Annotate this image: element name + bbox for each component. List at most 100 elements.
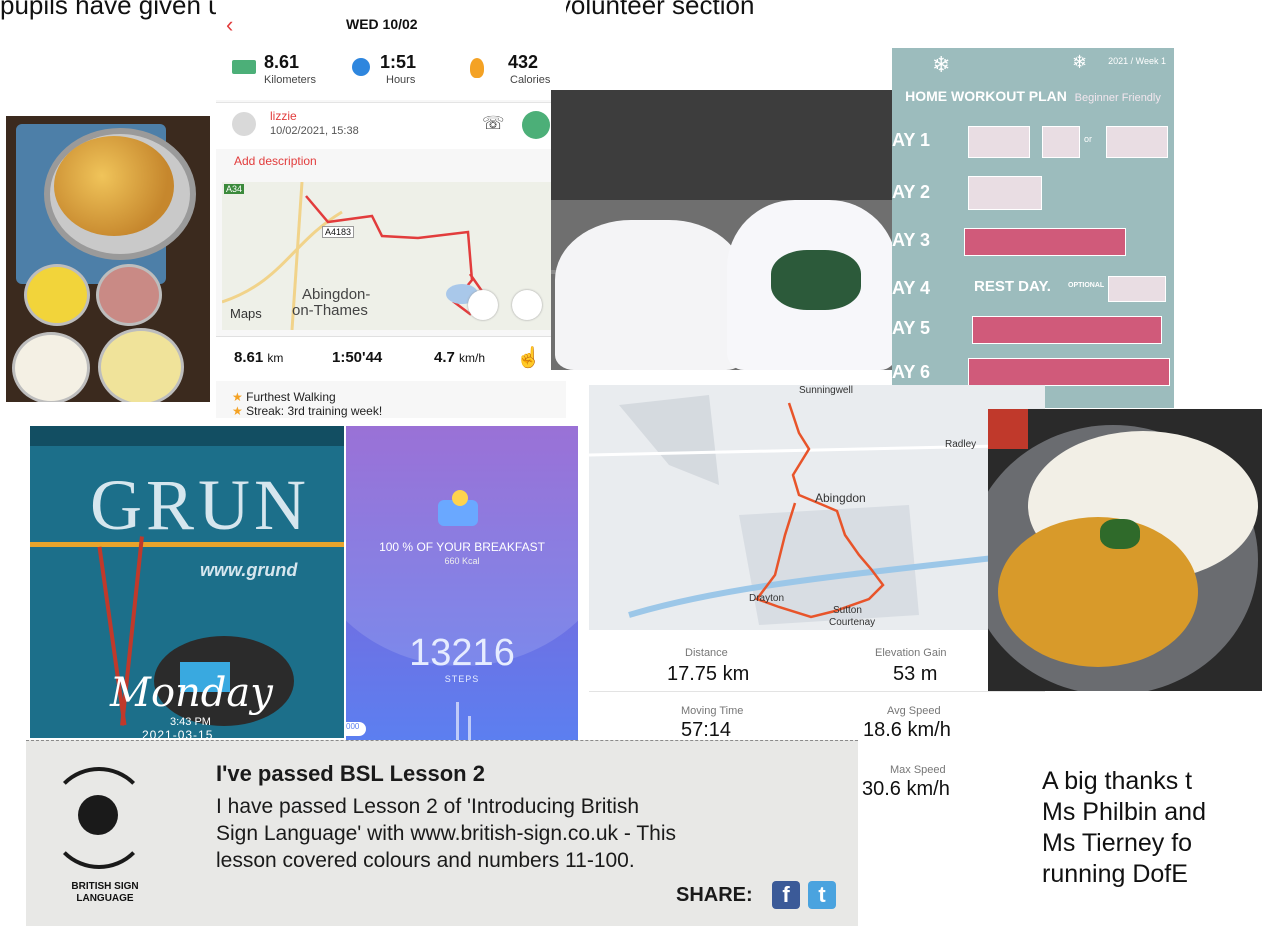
pasta-food (54, 136, 174, 236)
metric-distance-label: Kilometers (264, 74, 316, 86)
day-row-2: AY 2 (892, 176, 1174, 216)
cycle-route-svg (589, 395, 1045, 625)
stat-avg-speed-label: Avg Speed (887, 705, 941, 717)
place-radley: Radley (945, 439, 977, 450)
cheese-bowl (12, 332, 90, 402)
day-label: AY 5 (892, 318, 931, 338)
rubbish-bags-photo (551, 90, 901, 370)
thanks-text: A big thanks t Ms Philbin and Ms Tierney… (1042, 767, 1206, 888)
cycle-route-map[interactable]: Sunningwell Radley Abingdon Drayton Sutt… (589, 385, 1045, 630)
coriander (1100, 519, 1140, 549)
snowflake-icon: ❄ (932, 52, 951, 77)
facebook-icon[interactable]: f (772, 881, 800, 909)
town-label-line1: Abingdon- (302, 286, 371, 303)
user-name[interactable]: lizzie (270, 109, 297, 123)
white-bag-left (555, 220, 745, 370)
stat-elevation-label: Elevation Gain (875, 647, 947, 659)
logo-text-line2: LANGUAGE (76, 893, 134, 904)
logo-text-line1: BRITISH SIGN (71, 881, 139, 892)
workout-thumb (1108, 276, 1166, 302)
stat-distance-label: Distance (685, 647, 728, 659)
header-caption: pupils have given up their time to compl… (0, 0, 755, 20)
steps-label: STEPS (444, 674, 480, 684)
bin-stripe (30, 542, 344, 547)
grated-cheese-bowl (98, 328, 184, 402)
achievement-2: ★ Streak: 3rd training week! (232, 404, 383, 418)
chevron-left-icon[interactable]: ‹ (226, 12, 233, 38)
place-sunningwell: Sunningwell (799, 385, 853, 396)
chart-bar (468, 716, 471, 740)
workout-thumb-strip (972, 316, 1162, 344)
day-row-5: AY 5 (892, 312, 1174, 352)
metric-time-label: Hours (386, 74, 416, 86)
bin-lid (30, 426, 344, 446)
day-label: AY 3 (892, 230, 931, 250)
snowflake-icon-2: ❄ (1072, 52, 1088, 72)
user-row: lizzie 10/02/2021, 15:38 ☏ (216, 102, 566, 149)
breakfast-progress: 100 % OF YOUR BREAKFAST (379, 540, 545, 554)
camera-icon[interactable] (468, 290, 498, 320)
stat-max-speed-label: Max Speed (890, 764, 946, 776)
certificate-title: I've passed BSL Lesson 2 (216, 761, 485, 786)
cycle-route-screenshot: Sunningwell Radley Abingdon Drayton Sutt… (589, 385, 1045, 745)
shoe-icon[interactable] (522, 111, 550, 139)
steps-tracker-screenshot: 100 % OF YOUR BREAKFAST 660 Kcal 13216 S… (346, 426, 578, 740)
walk-summary-row: 8.61 km 1:50'44 4.7 km/h ☝ (216, 336, 566, 381)
divider (589, 691, 1045, 692)
share-icon[interactable] (512, 290, 542, 320)
chair-shadow (551, 90, 901, 200)
thumbs-up-icon[interactable]: ☝ (516, 345, 541, 370)
skip-bin-photo: GRUN www.grund Monday 3:43 PM 2021-03-15 (30, 426, 344, 738)
stat-max-speed-value: 30.6 km/h (862, 778, 950, 800)
green-litter (771, 250, 861, 310)
metric-calories-label: Calories (510, 74, 551, 86)
day-label: AY 2 (892, 182, 931, 202)
workout-thumb (968, 176, 1042, 210)
bin-url: www.grund (200, 560, 298, 580)
day-label: AY 6 (892, 362, 931, 382)
workout-title: HOME WORKOUT PLAN Beginner Friendly (905, 88, 1161, 104)
week-label: 2021 / Week 1 (1108, 56, 1166, 66)
place-drayton: Drayton (749, 593, 785, 604)
add-description-link[interactable]: Add description (234, 154, 317, 168)
twitter-icon[interactable]: t (808, 881, 836, 909)
metric-calories-value: 432 (508, 52, 539, 72)
summary-distance: 8.61 km (234, 349, 284, 366)
summary-time: 1:50'44 (332, 349, 383, 366)
day-row-4: AY 4 REST DAY. OPTIONAL (892, 272, 1174, 312)
overlay-script: Monday (110, 670, 273, 716)
stat-moving-time-label: Moving Time (681, 705, 744, 717)
town-label-line2: on-Thames (292, 302, 368, 319)
stat-moving-time-value: 57:14 (681, 719, 732, 741)
flame-icon (470, 58, 484, 78)
optional-label: OPTIONAL (1068, 282, 1105, 289)
walk-route-svg (221, 181, 486, 331)
corn-bowl (24, 264, 90, 326)
stat-elevation-value: 53 m (893, 663, 938, 685)
steps-count: 13216 (409, 632, 515, 674)
avatar (232, 112, 256, 136)
place-courtenay: Courtenay (829, 617, 876, 628)
overlay-time: 3:43 PM (170, 716, 211, 728)
or-label: or (1084, 134, 1093, 144)
place-abingdon: Abingdon (815, 491, 866, 505)
workout-thumb (968, 126, 1030, 158)
workout-thumb-strip (968, 358, 1170, 386)
stat-distance-value: 17.75 km (667, 663, 750, 685)
distance-icon (232, 60, 256, 74)
workout-thumb (1106, 126, 1168, 158)
workout-thumb-strip (964, 228, 1126, 256)
star-icon: ★ (232, 404, 243, 418)
red-corner (988, 409, 1028, 449)
curry-photo (988, 409, 1262, 691)
curry-sauce (998, 517, 1198, 667)
sun-icon (452, 490, 468, 506)
walk-route-map[interactable]: A34 A4183 Abingdon- on-Thames Maps (221, 181, 560, 331)
place-sutton: Sutton (833, 605, 862, 616)
clock-icon (352, 58, 370, 76)
lock-icon[interactable]: ☏ (482, 113, 505, 134)
pasta-photo (6, 116, 210, 402)
day-label: AY 1 (892, 130, 931, 150)
chart-bar (456, 702, 459, 740)
breakfast-kcal: 660 Kcal (444, 556, 480, 566)
